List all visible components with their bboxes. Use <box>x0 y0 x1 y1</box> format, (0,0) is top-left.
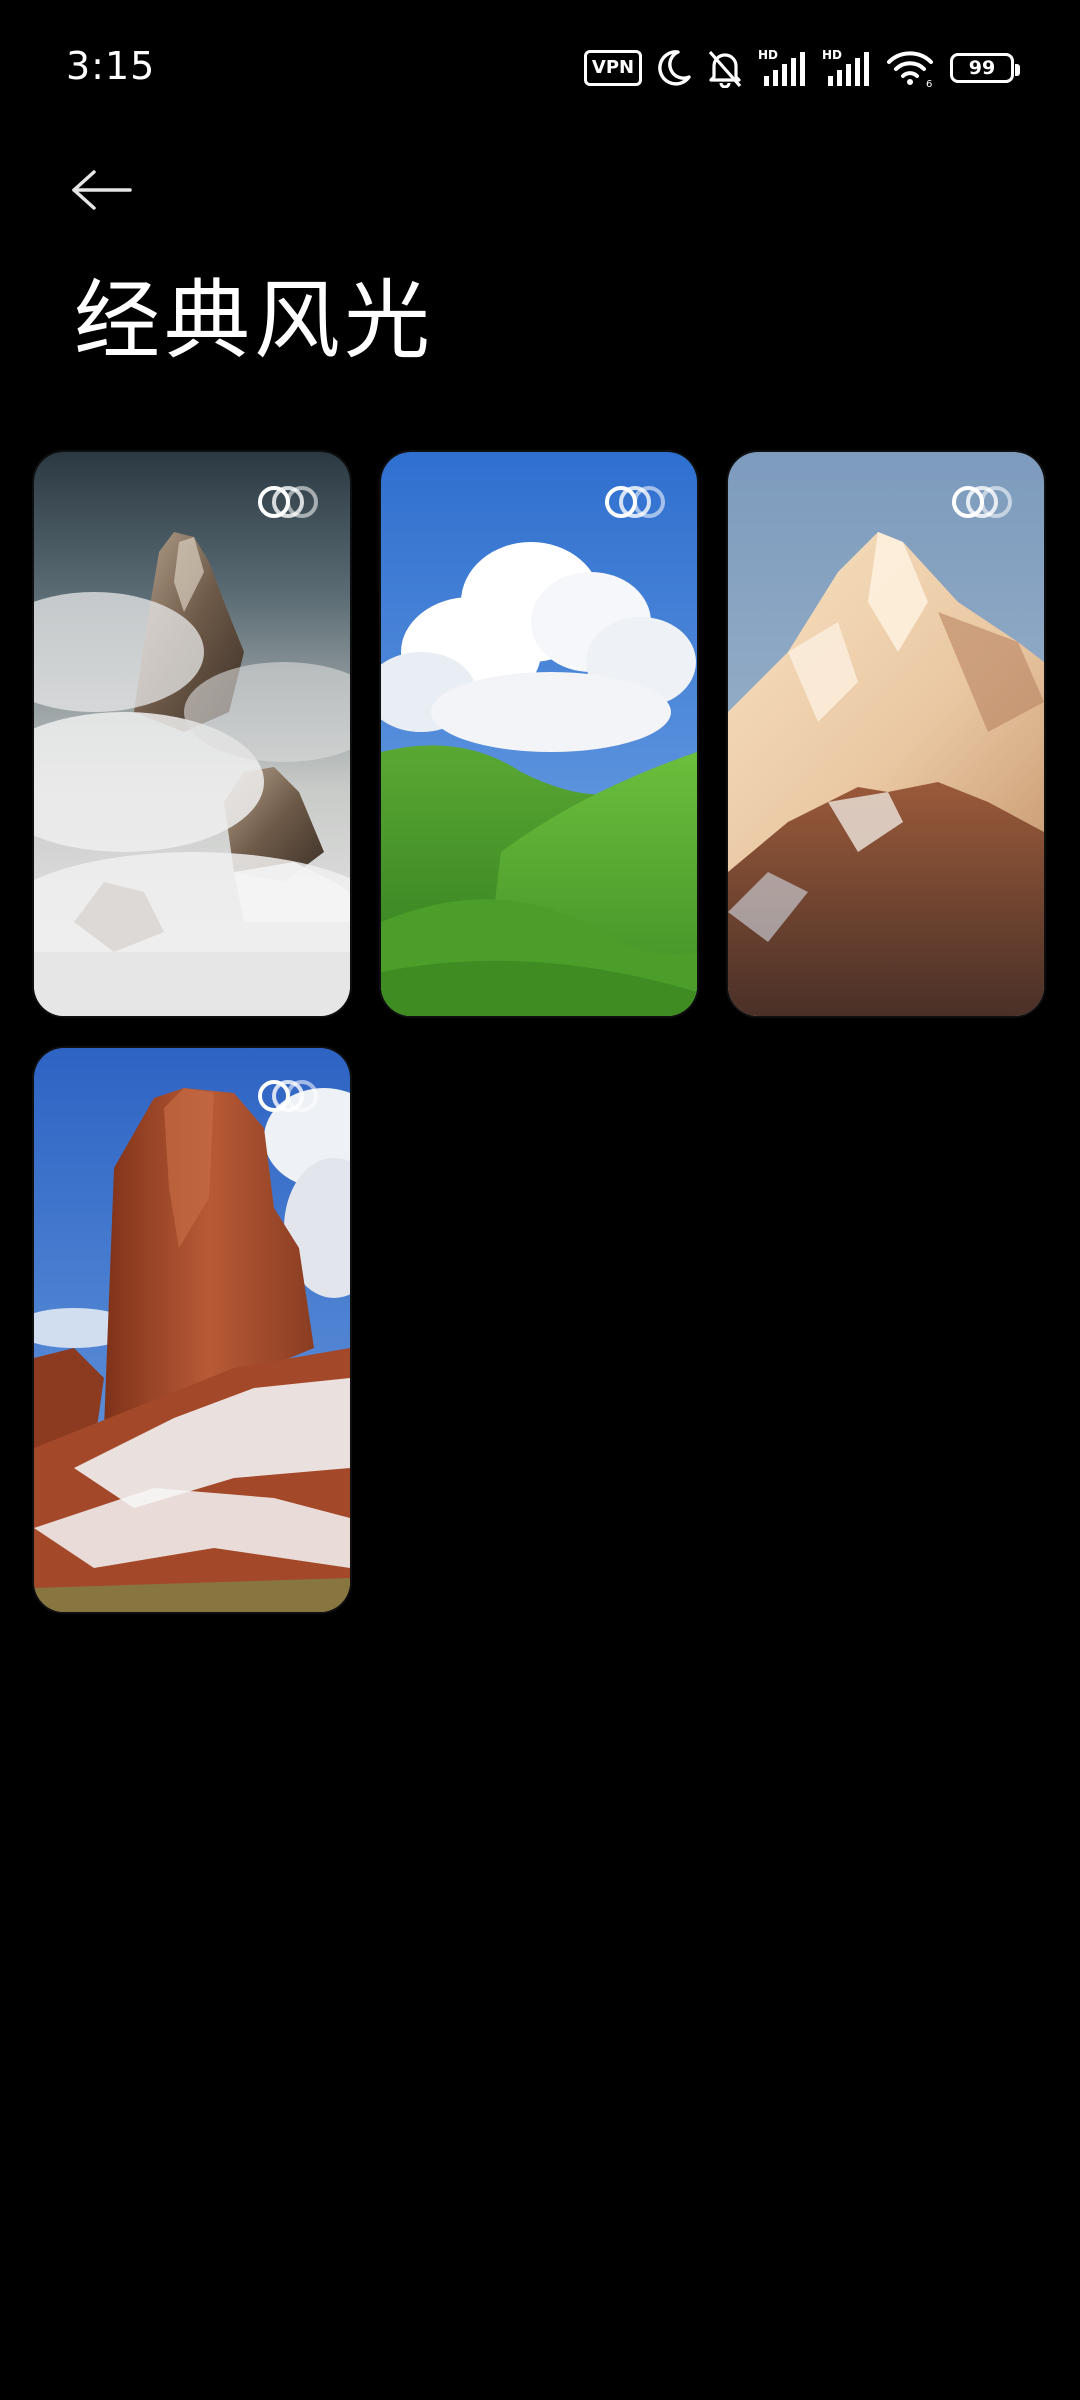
signal-hd-icon: HD <box>822 48 869 86</box>
arrow-left-icon <box>72 170 132 210</box>
vpn-label: VPN <box>591 57 635 78</box>
status-icons: VPN HD HD 6 99 <box>584 46 1020 90</box>
dynamic-wallpaper-icon <box>258 1080 318 1112</box>
wallpaper-thumbnail <box>728 452 1044 1016</box>
moon-icon <box>658 50 691 86</box>
battery-level: 99 <box>968 56 996 79</box>
signal-hd-icon: HD <box>758 48 805 86</box>
dynamic-wallpaper-icon <box>952 486 1012 518</box>
status-time: 3:15 <box>66 44 156 88</box>
dynamic-wallpaper-icon <box>258 486 318 518</box>
vpn-icon: VPN <box>584 50 642 86</box>
bell-off-icon <box>708 50 742 88</box>
wallpaper-thumbnail <box>34 452 350 1016</box>
wallpaper-card[interactable] <box>381 452 697 1016</box>
svg-text:HD: HD <box>758 48 778 62</box>
wallpaper-thumbnail <box>34 1048 350 1612</box>
battery-icon: 99 <box>950 53 1020 83</box>
svg-text:HD: HD <box>822 48 842 62</box>
wallpaper-card[interactable] <box>34 452 350 1016</box>
status-bar: 3:15 VPN HD HD 6 99 <box>0 0 1080 140</box>
back-button[interactable] <box>70 158 150 222</box>
wallpaper-card[interactable] <box>728 452 1044 1016</box>
wifi-icon: 6 <box>887 51 933 88</box>
wallpaper-card[interactable] <box>34 1048 350 1612</box>
page-title: 经典风光 <box>74 271 434 371</box>
dynamic-wallpaper-icon <box>605 486 665 518</box>
wallpaper-thumbnail <box>381 452 697 1016</box>
svg-text:6: 6 <box>926 79 932 88</box>
